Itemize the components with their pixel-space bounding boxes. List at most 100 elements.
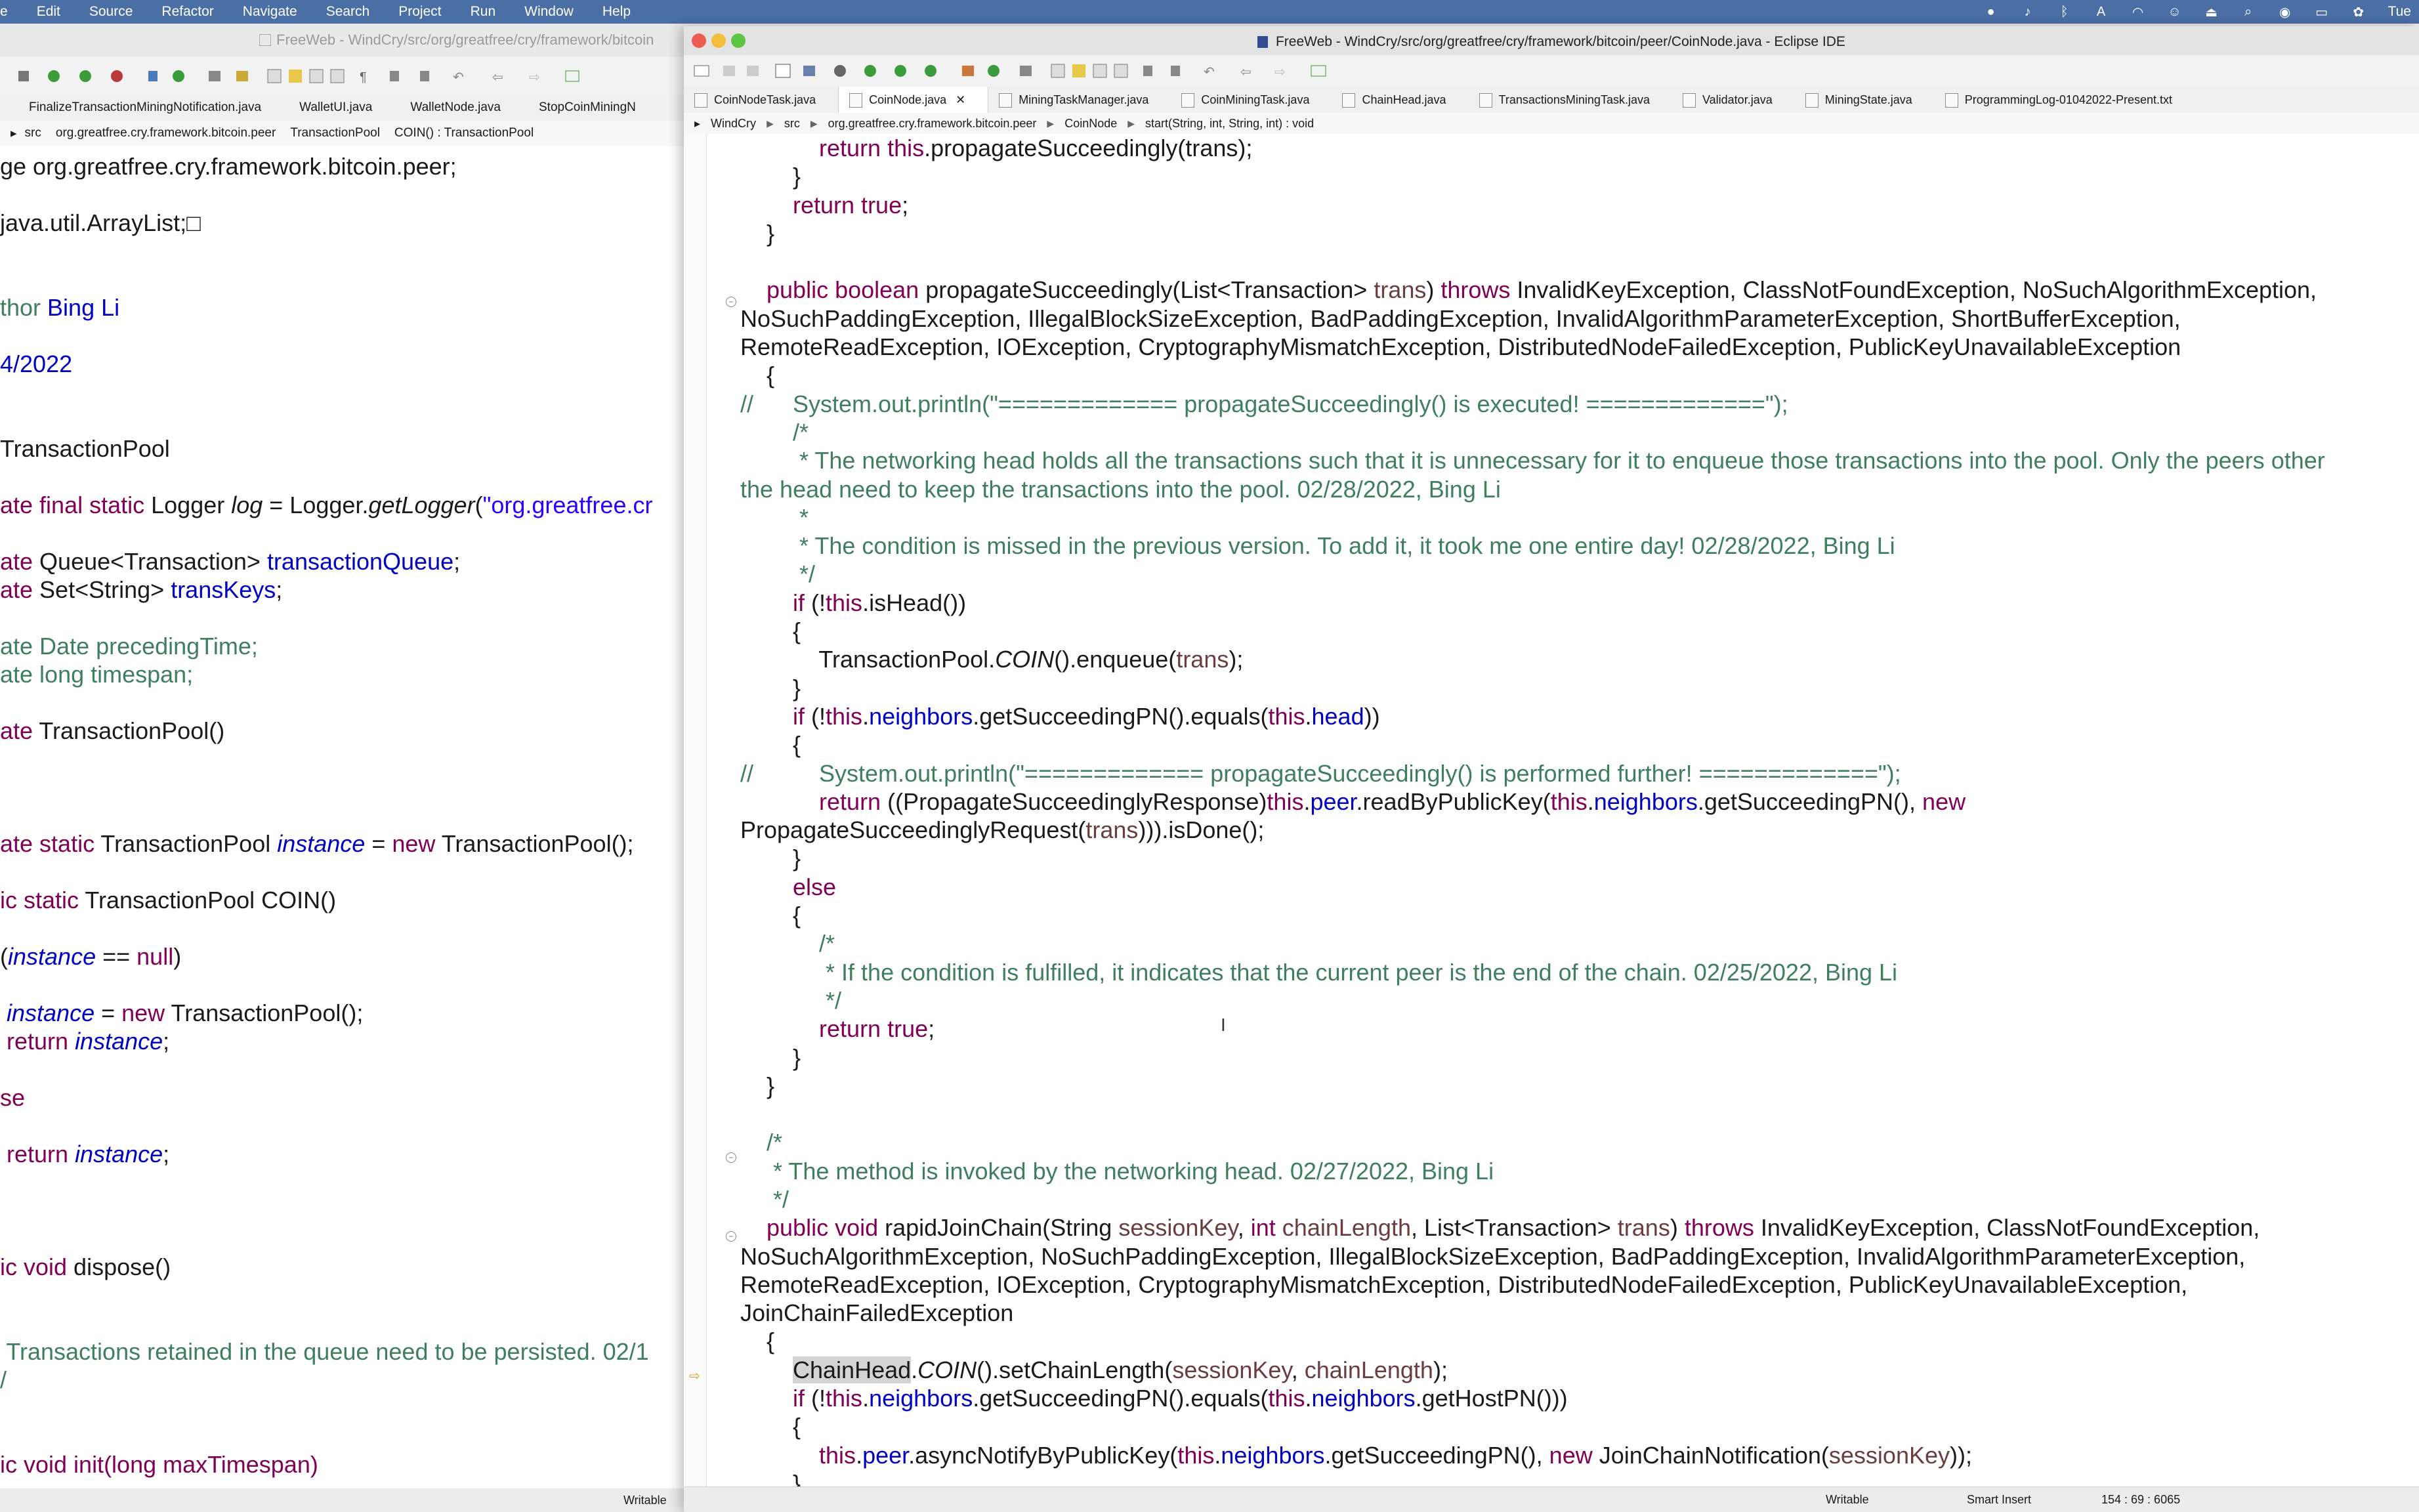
- code-token: TransactionPool.: [740, 646, 996, 673]
- code-line: TransactionPool.COIN().enqueue(trans);: [740, 645, 2325, 673]
- code-line: }: [740, 844, 2325, 872]
- tab-label: MiningTaskManager.java: [1019, 93, 1149, 106]
- wifi-icon[interactable]: ◠: [2131, 5, 2145, 20]
- spotlight-search-icon[interactable]: ⌕: [2241, 5, 2256, 19]
- toolbar-icons[interactable]: ¶ ↶ ⇦ ⇨: [0, 56, 686, 94]
- eject-icon[interactable]: ⏏: [2204, 5, 2219, 20]
- editor-tab[interactable]: MiningTaskManager.java: [988, 87, 1171, 113]
- code-token: .getSucceedingPN(),: [1697, 788, 1923, 815]
- tab-wallet-ui[interactable]: WalletUI.java: [270, 100, 381, 115]
- code-token: .getSucceedingPN().equals(: [973, 1385, 1269, 1412]
- editor-tab[interactable]: CoinNode.java ✕: [838, 87, 989, 113]
- back-editor-tabs: FinalizeTransactionMiningNotification.ja…: [0, 94, 686, 121]
- breadcrumb-package[interactable]: org.greatfree.cry.framework.bitcoin.peer: [828, 117, 1037, 131]
- front-breadcrumb: ▸ WindCry ▶ src ▶ org.greatfree.cry.fram…: [684, 113, 2419, 134]
- back-code-editor[interactable]: ge org.greatfree.cry.framework.bitcoin.p…: [0, 152, 686, 1498]
- code-line: public boolean propagateSucceedingly(Lis…: [740, 276, 2325, 304]
- control-center-icon[interactable]: ▭: [2315, 5, 2329, 20]
- siri-icon[interactable]: ◉: [2278, 5, 2292, 20]
- editor-tab[interactable]: Validator.java: [1672, 87, 1795, 113]
- code-line: ate TransactionPool(): [0, 717, 652, 745]
- code-line: ate long timespan;: [0, 660, 652, 688]
- tab-label: Validator.java: [1702, 93, 1773, 106]
- front-code-editor[interactable]: ⇨ − − − return this.propagateSucceedingl…: [684, 134, 2419, 1499]
- editor-tab[interactable]: MiningState.java: [1795, 87, 1935, 113]
- code-line: se: [0, 1083, 652, 1112]
- code-token: ;: [902, 191, 909, 219]
- code-token: instance: [75, 1141, 163, 1167]
- editor-tab[interactable]: ChainHead.java: [1332, 87, 1468, 113]
- volume-icon[interactable]: ♪: [2021, 5, 2035, 19]
- breadcrumb-package[interactable]: org.greatfree.cry.framework.bitcoin.peer: [56, 126, 276, 140]
- code-token: ate: [0, 548, 40, 575]
- code-token: TransactionPool(): [39, 717, 225, 744]
- code-token: .: [911, 1356, 918, 1383]
- fold-toggle-icon[interactable]: −: [726, 1152, 736, 1163]
- menu-run[interactable]: Run: [471, 4, 496, 20]
- bluetooth-icon[interactable]: ᛒ: [2057, 5, 2072, 19]
- editor-tab[interactable]: CoinNodeTask.java: [684, 87, 838, 113]
- breadcrumb-class[interactable]: TransactionPool: [290, 126, 380, 140]
- breadcrumb-src[interactable]: src: [784, 117, 800, 131]
- menu-navigate[interactable]: Navigate: [243, 4, 297, 20]
- editor-tab[interactable]: TransactionsMiningTask.java: [1469, 87, 1672, 113]
- code-token: ate: [0, 717, 39, 744]
- notification-icon[interactable]: ✿: [2351, 5, 2366, 20]
- record-icon[interactable]: ●: [1984, 5, 1998, 19]
- editor-gutter[interactable]: ⇨: [684, 134, 707, 1499]
- close-tab-icon[interactable]: ✕: [956, 93, 965, 107]
- editor-tab[interactable]: ProgrammingLog-01042022-Present.txt: [1935, 87, 2195, 113]
- code-token: =: [95, 999, 122, 1026]
- breadcrumb-method[interactable]: COIN() : TransactionPool: [394, 126, 534, 140]
- menu-source[interactable]: Source: [89, 4, 133, 20]
- code-token: */: [740, 1185, 789, 1213]
- code-line: {: [740, 1412, 2325, 1440]
- code-token: □: [186, 209, 201, 236]
- fold-toggle-icon[interactable]: −: [726, 297, 736, 307]
- code-line: NoSuchPaddingException, IllegalBlockSize…: [740, 304, 2325, 333]
- code-token: ;: [928, 1015, 935, 1043]
- breadcrumb-src[interactable]: src: [25, 126, 41, 140]
- menu-window[interactable]: Window: [524, 4, 574, 20]
- editor-tab[interactable]: CoinMiningTask.java: [1171, 87, 1332, 113]
- code-line: }: [740, 1043, 2325, 1072]
- code-line: */: [740, 986, 2325, 1015]
- code-token: TransactionPool COIN(): [85, 887, 337, 914]
- java-file-icon: [1805, 93, 1819, 108]
- menu-search[interactable]: Search: [326, 4, 370, 20]
- menu-refactor[interactable]: Refactor: [161, 4, 213, 20]
- menu-edit[interactable]: Edit: [37, 4, 60, 20]
- breadcrumb-class[interactable]: CoinNode: [1064, 117, 1117, 131]
- code-line: // System.out.println("============= pro…: [740, 759, 2325, 788]
- code-token: COIN: [995, 646, 1055, 673]
- tab-wallet-node[interactable]: WalletNode.java: [381, 100, 510, 115]
- breadcrumb-project[interactable]: WindCry: [711, 117, 756, 131]
- toolbar-icons[interactable]: ↶ ⇦ ⇨: [684, 55, 2419, 87]
- svg-text:¶: ¶: [360, 70, 367, 85]
- menubar-clock[interactable]: Tue: [2388, 4, 2411, 20]
- menu-help[interactable]: Help: [602, 4, 631, 20]
- menu-file[interactable]: e: [0, 4, 8, 20]
- user-icon[interactable]: ☺: [2168, 5, 2182, 19]
- input-source-icon[interactable]: A: [2094, 5, 2109, 19]
- code-line: JoinChainFailedException: [740, 1299, 2325, 1327]
- tab-finalize-transaction-mining-notification[interactable]: FinalizeTransactionMiningNotification.ja…: [0, 100, 270, 115]
- chevron-right-icon: ▶: [1047, 117, 1055, 129]
- code-token: TransactionPool();: [171, 999, 364, 1026]
- code-token: this: [826, 1385, 863, 1412]
- code-token: /*: [740, 1129, 783, 1156]
- menu-project[interactable]: Project: [398, 4, 441, 20]
- code-token: NoSuchPaddingException, IllegalBlockSize…: [740, 304, 2181, 332]
- fold-toggle-icon[interactable]: −: [726, 1231, 736, 1242]
- tab-stop-coin-mining[interactable]: StopCoinMiningN: [510, 100, 645, 115]
- eclipse-file-icon: [1257, 36, 1269, 48]
- breadcrumb-method[interactable]: start(String, int, String, int) : void: [1145, 117, 1314, 131]
